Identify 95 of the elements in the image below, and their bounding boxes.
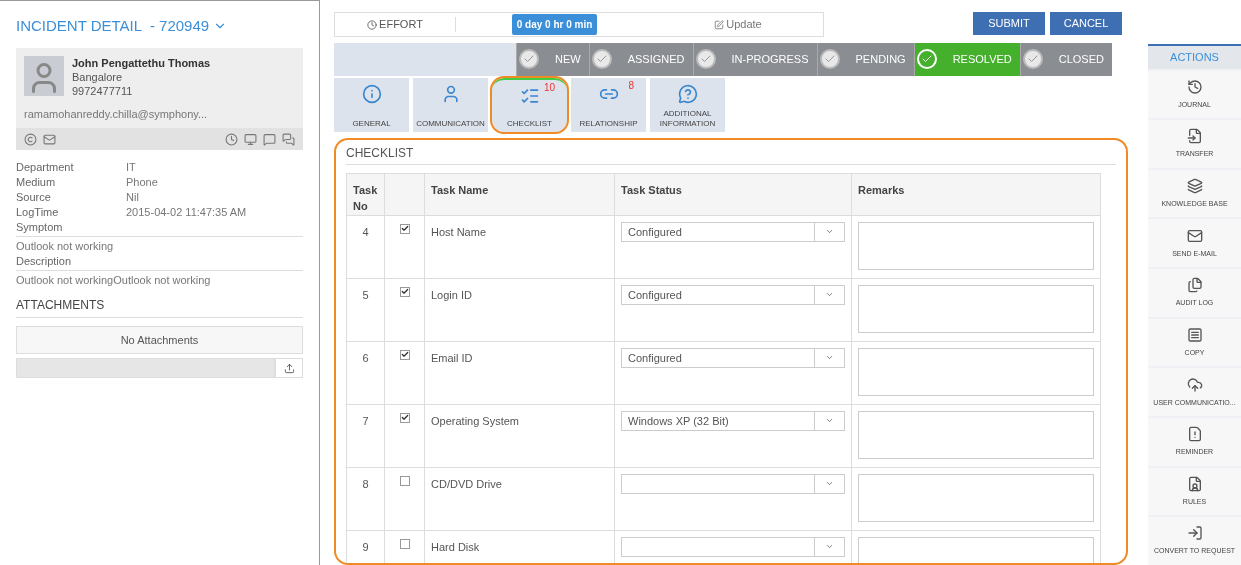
effort-time: 0 day 0 hr 0 min [511,14,598,35]
tab[interactable]: 8 RELATIONSHIP [571,77,646,132]
table-cell: 9 [346,530,385,563]
attachments-heading: ATTACHMENTS [16,296,303,318]
table-cell: Operating System [424,404,615,468]
table-cell: 7 [346,404,385,468]
remarks-field[interactable] [858,347,1094,396]
status-dropdown[interactable]: Configured [621,221,845,242]
table-cell: CD/DVD Drive [424,467,615,531]
question-bubble-icon [677,83,698,104]
effort-label: EFFORT [379,17,423,33]
checkbox[interactable] [399,538,410,549]
monitor-icon[interactable] [244,132,257,146]
clock-icon [367,19,378,30]
action-button[interactable]: CANCEL [1050,12,1122,35]
status-dropdown[interactable] [621,473,845,494]
avatar-silhouette [24,55,64,96]
file-field[interactable] [16,358,275,378]
checkbox[interactable] [399,412,410,423]
step-label: RESOLVED [951,52,1012,68]
status-dropdown[interactable] [621,536,845,557]
tab[interactable]: 10 CHECKLIST [492,77,567,132]
tab[interactable]: ADDITIONAL INFORMATION [650,77,725,132]
stack-icon [1186,177,1203,194]
table-cell: Login ID [424,278,615,342]
detail-value: Nil [126,190,139,205]
table-cell: Host Name [424,215,615,279]
list-window-icon [1186,326,1203,343]
count-label: 10 [543,82,555,93]
action-button[interactable]: SUBMIT [973,12,1045,35]
tab[interactable]: COMMUNICATION [413,77,488,132]
contact-phone: 9972477711 [72,83,134,98]
detail-value: IT [126,160,136,175]
table-cell: 8 [346,467,385,531]
detail-label: Medium [16,175,57,190]
step-label: IN-PROGRESS [730,52,809,68]
table-cell: 4 [346,215,385,279]
conversation-icon[interactable] [282,132,295,146]
documents-icon [1186,277,1203,294]
cloud-drive-icon [1186,376,1203,393]
section-text: Outlook not workingOutlook not working [16,273,212,288]
detail-value: Phone [126,175,158,190]
detail-label: Department [16,160,75,175]
cc-icon[interactable] [24,132,37,146]
column-header: Task Status [614,173,852,216]
document-alert-icon [1186,426,1203,443]
status-dropdown[interactable]: Configured [621,284,845,305]
edit-icon [714,19,725,30]
status-dropdown[interactable]: Configured [621,347,845,368]
clock-icon[interactable] [225,132,238,146]
chat-icon[interactable] [263,132,276,146]
column-header: Task Name [424,173,615,216]
checkbox[interactable] [399,223,410,234]
table-cell: 6 [346,341,385,405]
step-label: PENDING [854,52,906,68]
remarks-field[interactable] [858,473,1094,522]
upload-icon [283,362,295,374]
actions-title: ACTIONS [1148,46,1241,69]
empty-message: No Attachments [120,332,199,348]
clock-icon [1186,78,1203,95]
section-text: Outlook not working [16,239,115,254]
info-icon [361,83,382,104]
page-title: INCIDENT DETAIL - 720949 [16,16,210,36]
panel-title: CHECKLIST [346,143,1116,165]
column-header: Task No [346,173,385,216]
table-cell: Email ID [424,341,615,405]
document-person-icon [1186,475,1203,492]
tab[interactable]: GENERAL [334,77,409,132]
contact-name: John Pengattethu Thomas [72,55,211,70]
detail-label: LogTime [16,205,60,220]
step-label: CLOSED [1057,52,1104,68]
exit-arrow-icon [1186,525,1203,542]
step-label: NEW [554,52,581,68]
checkbox[interactable] [399,475,410,486]
remarks-field[interactable] [858,284,1094,333]
document-arrow-icon [1186,128,1203,145]
section-label: Description [16,254,303,271]
mail-icon [1186,227,1203,244]
contact-email[interactable]: ramamohanreddy.chilla@symphony... [16,105,303,122]
table-cell: 5 [346,278,385,342]
step-label: ASSIGNED [626,52,685,68]
column-header: Remarks [851,173,1101,216]
checkbox[interactable] [399,286,410,297]
mail-icon[interactable] [43,132,56,146]
detail-label: Source [16,190,52,205]
contact-city: Bangalore [72,69,124,84]
remarks-field[interactable] [858,221,1094,270]
remarks-field[interactable] [858,410,1094,459]
count-label: 8 [628,80,634,91]
detail-value: 2015-04-02 11:47:35 AM [126,205,247,220]
upload-button[interactable] [275,358,303,378]
status-dropdown[interactable]: Windows XP (32 Bit) [621,410,845,431]
checkbox[interactable] [399,349,410,360]
section-label: Symptom [16,220,303,237]
update-link[interactable]: Update [653,16,823,33]
